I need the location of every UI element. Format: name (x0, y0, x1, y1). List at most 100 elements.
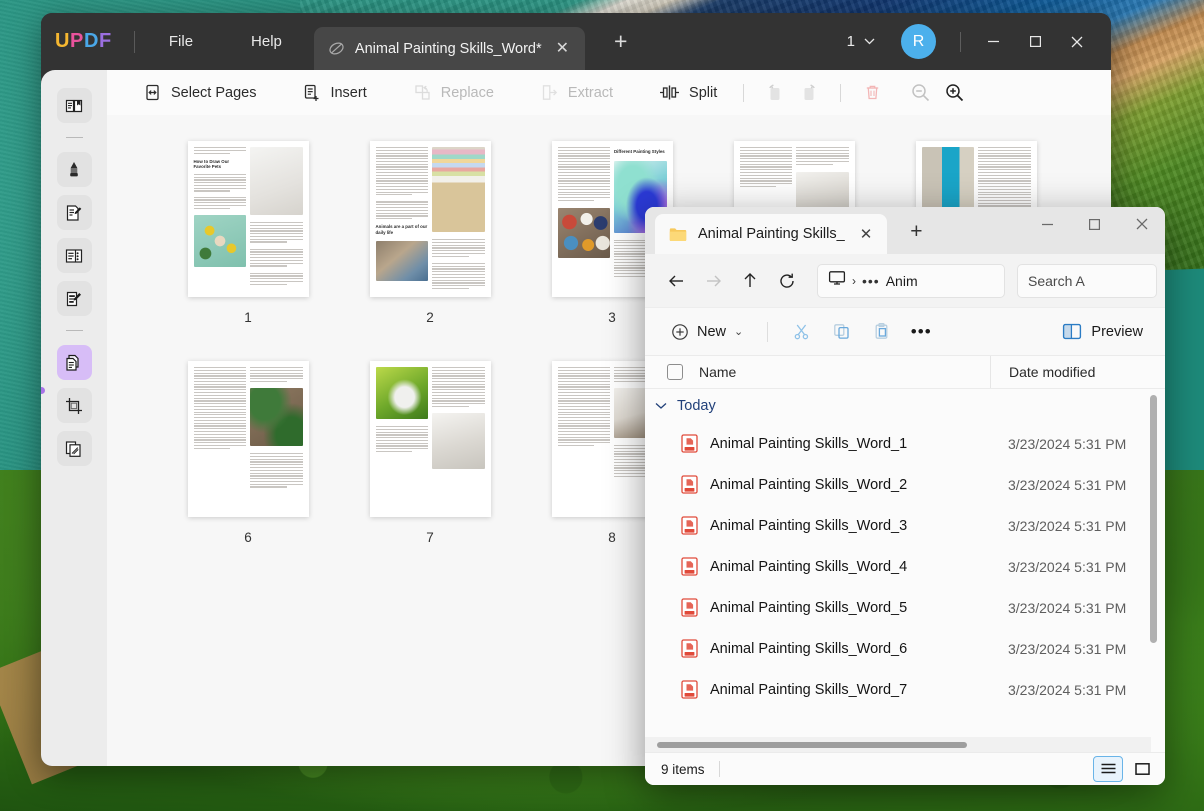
page-preview[interactable] (369, 361, 491, 517)
maximize-button[interactable] (1015, 25, 1055, 59)
rotate-left-button[interactable] (758, 78, 792, 108)
file-row[interactable]: Animal Painting Skills_Word_7 3/23/2024 … (645, 669, 1165, 710)
file-name-cell[interactable]: Animal Painting Skills_Word_1 (645, 434, 990, 453)
file-name-cell[interactable]: Animal Painting Skills_Word_3 (645, 516, 990, 535)
page-thumbnail[interactable]: 6 (157, 361, 339, 545)
view-mode-toggles (1093, 756, 1157, 782)
preview-button[interactable]: Preview (1054, 317, 1151, 346)
menu-help[interactable]: Help (235, 27, 298, 56)
document-tab[interactable]: Animal Painting Skills_Word* ✕ (313, 27, 586, 70)
column-header-date[interactable]: Date modified (990, 356, 1095, 388)
file-name: Animal Painting Skills_Word_6 (710, 640, 908, 657)
sidebar-item-organize-pages[interactable] (56, 345, 92, 380)
horizontal-scrollbar-track[interactable] (645, 737, 1151, 752)
this-pc-icon[interactable] (828, 270, 846, 291)
sidebar-item-annotate[interactable] (56, 281, 92, 316)
active-indicator-dot (41, 387, 45, 394)
split-label: Split (689, 84, 718, 101)
new-tab-button[interactable]: + (607, 28, 634, 55)
page-preview[interactable] (187, 361, 309, 517)
batch-process-icon (65, 440, 81, 457)
file-name-cell[interactable]: Animal Painting Skills_Word_6 (645, 639, 990, 658)
zoom-out-button[interactable] (903, 78, 937, 108)
pdf-file-icon (681, 516, 698, 535)
item-count: 9 items (661, 761, 705, 777)
vertical-scrollbar-track[interactable] (1150, 389, 1161, 752)
rotate-right-icon (804, 83, 816, 100)
vertical-scrollbar-thumb[interactable] (1150, 395, 1157, 643)
file-name-cell[interactable]: Animal Painting Skills_Word_5 (645, 598, 990, 617)
file-name-cell[interactable]: Animal Painting Skills_Word_4 (645, 557, 990, 576)
explorer-close-button[interactable] (1118, 207, 1165, 241)
more-commands-button[interactable]: ••• (902, 316, 940, 348)
insert-button[interactable]: Insert (290, 77, 378, 108)
paste-icon (875, 322, 888, 339)
select-pages-button[interactable]: Select Pages (131, 77, 268, 108)
chevron-down-icon[interactable]: ⌄ (734, 325, 743, 338)
thumb-photo-dog-sketch (250, 147, 303, 215)
group-header-today[interactable]: Today (645, 389, 1165, 423)
explorer-minimize-button[interactable] (1024, 207, 1071, 241)
column-header-name[interactable]: Name (645, 364, 990, 380)
page-thumbnail[interactable]: 7 (339, 361, 521, 545)
split-button[interactable]: Split (647, 77, 729, 108)
pdf-file-icon (681, 475, 698, 494)
up-arrow-icon (744, 273, 756, 287)
search-input[interactable]: Search A (1017, 263, 1157, 298)
breadcrumb-separator[interactable]: › (852, 274, 856, 288)
explorer-close-tab-button[interactable]: ✕ (856, 223, 877, 245)
explorer-maximize-button[interactable] (1071, 207, 1118, 241)
thumb-photo-rabbit (375, 367, 428, 419)
file-name-cell[interactable]: Animal Painting Skills_Word_7 (645, 680, 990, 699)
select-all-checkbox[interactable] (667, 364, 683, 380)
menu-file[interactable]: File (153, 27, 209, 56)
back-button[interactable] (659, 264, 693, 298)
extract-button[interactable]: Extract (528, 77, 625, 108)
file-name-cell[interactable]: Animal Painting Skills_Word_2 (645, 475, 990, 494)
up-button[interactable] (733, 264, 767, 298)
explorer-new-tab-button[interactable]: + (903, 219, 929, 245)
zoom-in-button[interactable] (937, 78, 971, 108)
page-count-selector[interactable]: 1 (839, 28, 883, 55)
file-row[interactable]: Animal Painting Skills_Word_6 3/23/2024 … (645, 628, 1165, 669)
page-thumbnail[interactable]: Animals are a part of our daily life 2 (339, 141, 521, 325)
cut-button[interactable] (782, 316, 820, 348)
refresh-button[interactable] (770, 264, 804, 298)
minimize-button[interactable] (973, 25, 1013, 59)
avatar[interactable]: R (901, 24, 936, 59)
delete-pages-button[interactable] (855, 78, 889, 108)
rotate-right-button[interactable] (792, 78, 826, 108)
breadcrumb-overflow[interactable]: ••• (862, 273, 880, 289)
replace-button[interactable]: Replace (401, 77, 506, 108)
paste-button[interactable] (862, 316, 900, 348)
file-row[interactable]: Animal Painting Skills_Word_4 3/23/2024 … (645, 546, 1165, 587)
sidebar-item-reader[interactable] (56, 88, 92, 123)
copy-button[interactable] (822, 316, 860, 348)
document-tab-title: Animal Painting Skills_Word* (354, 40, 542, 57)
address-bar[interactable]: › ••• Anim (817, 263, 1005, 298)
sidebar-item-highlighter[interactable] (56, 152, 92, 187)
forward-button[interactable] (696, 264, 730, 298)
details-view-button[interactable] (1093, 756, 1123, 782)
breadcrumb-current[interactable]: Anim (886, 273, 918, 289)
sidebar-item-crop-pages[interactable] (56, 388, 92, 423)
file-row[interactable]: Animal Painting Skills_Word_3 3/23/2024 … (645, 505, 1165, 546)
sidebar-item-batch-process[interactable] (56, 431, 92, 466)
explorer-tab[interactable]: Animal Painting Skills_ ✕ (655, 214, 888, 254)
page-preview[interactable]: How to Draw Our Favorite Pets (187, 141, 309, 297)
file-row[interactable]: Animal Painting Skills_Word_2 3/23/2024 … (645, 464, 1165, 505)
file-row[interactable]: Animal Painting Skills_Word_1 3/23/2024 … (645, 423, 1165, 464)
new-button[interactable]: New ⌄ (661, 317, 753, 347)
page-thumbnail[interactable]: How to Draw Our Favorite Pets 1 (157, 141, 339, 325)
file-list[interactable]: Today Animal Painting Skills_Word_1 3/23… (645, 389, 1165, 752)
list-view-icon (1101, 763, 1115, 774)
close-tab-button[interactable]: ✕ (552, 38, 573, 60)
close-icon (1136, 218, 1147, 230)
sidebar-item-page-layout[interactable] (56, 238, 92, 273)
large-icons-view-button[interactable] (1127, 756, 1157, 782)
close-window-button[interactable] (1057, 25, 1097, 59)
sidebar-item-edit-pdf[interactable] (56, 195, 92, 230)
file-row[interactable]: Animal Painting Skills_Word_5 3/23/2024 … (645, 587, 1165, 628)
horizontal-scrollbar-thumb[interactable] (657, 742, 967, 748)
page-preview[interactable]: Animals are a part of our daily life (369, 141, 491, 297)
